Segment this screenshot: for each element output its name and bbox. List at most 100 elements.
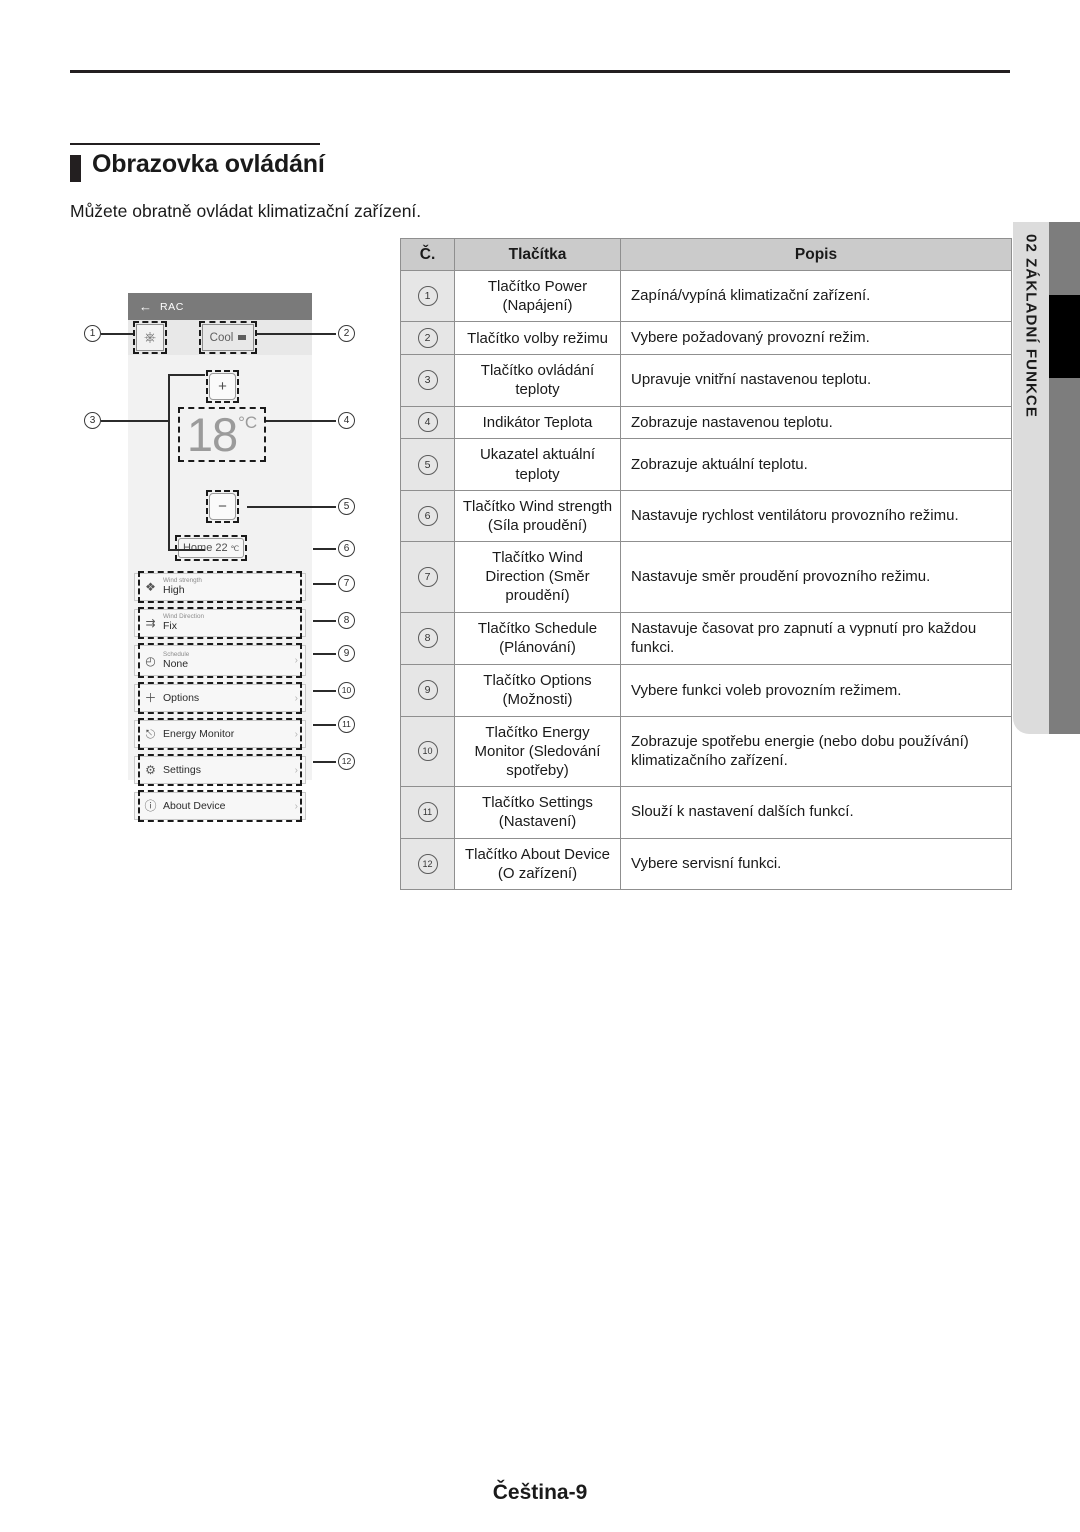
callout-marker-7: 7 <box>338 575 355 592</box>
chevron-right-icon: › <box>294 655 298 666</box>
row-description-cell: Vybere požadovaný provozní režim. <box>620 321 1012 356</box>
callout-highlight-3a <box>206 370 239 403</box>
callout-leader-3-vertical <box>168 374 170 550</box>
table-row: 10 Tlačítko Energy Monitor (Sledování sp… <box>400 715 1012 788</box>
row-number-cell: 6 <box>400 489 455 543</box>
list-item-wind-strength[interactable]: ❖ Wind strength High <box>134 571 306 603</box>
callout-marker-9: 9 <box>338 645 355 662</box>
row-description-cell: Upravuje vnitřní nastavenou teplotu. <box>620 354 1012 407</box>
callout-leader-9 <box>313 653 336 655</box>
arrow-left-icon[interactable]: ← <box>139 300 152 313</box>
list-item-settings[interactable]: ⚙ Settings › <box>134 754 306 786</box>
row-description-cell: Zobrazuje spotřebu energie (nebo dobu po… <box>620 715 1012 788</box>
row-button-cell: Tlačítko volby režimu <box>454 321 621 356</box>
mock-temperature-area: + 18 °C − Home 22 ℃ <box>128 355 312 573</box>
list-item-wind-direction[interactable]: ⇉ Wind Direction Fix <box>134 607 306 639</box>
page-subtitle: Můžete obratně ovládat klimatizační zaří… <box>70 201 422 221</box>
mock-title-label: RAC <box>160 300 184 313</box>
row-button-cell: Tlačítko ovládání teploty <box>454 354 621 407</box>
row-button-cell: Tlačítko Power (Napájení) <box>454 269 621 323</box>
row-button-cell: Tlačítko Wind Direction (Směr proudění) <box>454 541 621 613</box>
app-screenshot-mock: ← RAC ⎈ Cool + 18 °C − Home 22 ℃ ❖ Wind … <box>128 293 312 822</box>
callout-marker-11: 11 <box>338 716 355 733</box>
energy-plug-icon: ⎋ <box>145 727 156 741</box>
list-item-value: High <box>163 584 185 597</box>
callout-marker-1: 1 <box>84 325 101 342</box>
callout-highlight-5 <box>175 535 247 561</box>
chevron-right-icon: › <box>294 692 298 704</box>
section-heading: Obrazovka ovládání <box>70 143 490 182</box>
heading-underline <box>70 143 320 145</box>
callout-leader-7 <box>313 583 336 585</box>
callout-leader-6 <box>313 548 336 550</box>
callout-marker-3: 3 <box>84 412 101 429</box>
column-header-description: Popis <box>620 238 1012 271</box>
callout-leader-10 <box>313 690 336 692</box>
callout-highlight-4 <box>178 407 266 462</box>
list-item-sublabel: Wind Direction <box>163 613 204 621</box>
callout-leader-2 <box>257 333 336 335</box>
table-row: 12 Tlačítko About Device (O zařízení) Vy… <box>400 837 1012 890</box>
row-number-badge: 11 <box>417 802 438 823</box>
plus-icon: ＋ <box>144 691 157 705</box>
row-button-cell: Indikátor Teplota <box>454 405 621 440</box>
row-button-cell: Tlačítko Options (Možnosti) <box>454 664 621 717</box>
row-number-cell: 11 <box>400 786 455 839</box>
chevron-right-icon: › <box>294 800 298 812</box>
row-button-cell: Tlačítko Schedule (Plánování) <box>454 611 621 666</box>
table-row: 5 Ukazatel aktuální teploty Zobrazuje ak… <box>400 438 1012 491</box>
clock-icon: ◴ <box>145 653 156 668</box>
row-number-badge: 5 <box>417 454 438 475</box>
row-number-badge: 3 <box>417 370 438 391</box>
callout-leader-8 <box>313 620 336 622</box>
row-description-cell: Zobrazuje nastavenou teplotu. <box>620 405 1012 440</box>
row-description-cell: Zapíná/vypíná klimatizační zařízení. <box>620 269 1012 323</box>
list-item-energy-monitor[interactable]: ⎋ Energy Monitor › <box>134 718 306 750</box>
fan-icon: ❖ <box>145 580 156 594</box>
gear-icon: ⚙ <box>145 763 156 777</box>
list-item-schedule[interactable]: ◴ Schedule None › <box>134 643 306 678</box>
table-row: 9 Tlačítko Options (Možnosti) Vybere fun… <box>400 664 1012 717</box>
row-number-cell: 10 <box>400 715 455 788</box>
callout-leader-5 <box>247 506 336 508</box>
row-number-cell: 1 <box>400 269 455 323</box>
row-number-cell: 5 <box>400 438 455 491</box>
callout-leader-4 <box>266 420 336 422</box>
row-button-cell: Tlačítko Wind strength (Síla proudění) <box>454 489 621 543</box>
row-description-cell: Nastavuje směr proudění provozního režim… <box>620 541 1012 613</box>
table-row: 11 Tlačítko Settings (Nastavení) Slouží … <box>400 786 1012 839</box>
page-title: Obrazovka ovládání <box>92 150 325 178</box>
callout-leader-3-top <box>168 374 205 376</box>
row-description-cell: Nastavuje rychlost ventilátoru provozníh… <box>620 489 1012 543</box>
callout-marker-6: 6 <box>338 540 355 557</box>
column-header-no: Č. <box>400 238 455 271</box>
row-number-badge: 1 <box>417 286 438 307</box>
info-icon: ⓘ <box>144 799 157 813</box>
callout-highlight-3b <box>206 490 239 523</box>
callout-marker-12: 12 <box>338 753 355 770</box>
page-footer: Čeština-9 <box>492 1481 588 1504</box>
table-row: 4 Indikátor Teplota Zobrazuje nastavenou… <box>400 405 1012 440</box>
row-description-cell: Zobrazuje aktuální teplotu. <box>620 438 1012 491</box>
buttons-description-table: Č. Tlačítka Popis 1 Tlačítko Power (Napá… <box>400 238 1012 890</box>
callout-marker-4: 4 <box>338 412 355 429</box>
table-row: 6 Tlačítko Wind strength (Síla proudění)… <box>400 489 1012 543</box>
row-description-cell: Nastavuje časovat pro zapnutí a vypnutí … <box>620 611 1012 666</box>
callout-marker-8: 8 <box>338 612 355 629</box>
list-item-sublabel: Wind strength <box>163 577 202 585</box>
list-item-value: None <box>163 657 189 670</box>
chevron-right-icon: › <box>294 728 298 740</box>
table-row: 2 Tlačítko volby režimu Vybere požadovan… <box>400 321 1012 356</box>
chapter-index-marker <box>1049 295 1080 378</box>
row-button-cell: Tlačítko About Device (O zařízení) <box>454 837 621 890</box>
row-number-cell: 12 <box>400 837 455 890</box>
list-item-about-device[interactable]: ⓘ About Device › <box>134 790 306 822</box>
row-number-cell: 7 <box>400 541 455 613</box>
table-row: 8 Tlačítko Schedule (Plánování) Nastavuj… <box>400 611 1012 666</box>
callout-marker-10: 10 <box>338 682 355 699</box>
table-row: 1 Tlačítko Power (Napájení) Zapíná/vypín… <box>400 269 1012 323</box>
row-number-badge: 7 <box>417 566 438 587</box>
list-item-options[interactable]: ＋ Options › <box>134 682 306 714</box>
table-header-row: Č. Tlačítka Popis <box>400 238 1012 271</box>
list-item-value: Energy Monitor <box>163 728 235 740</box>
